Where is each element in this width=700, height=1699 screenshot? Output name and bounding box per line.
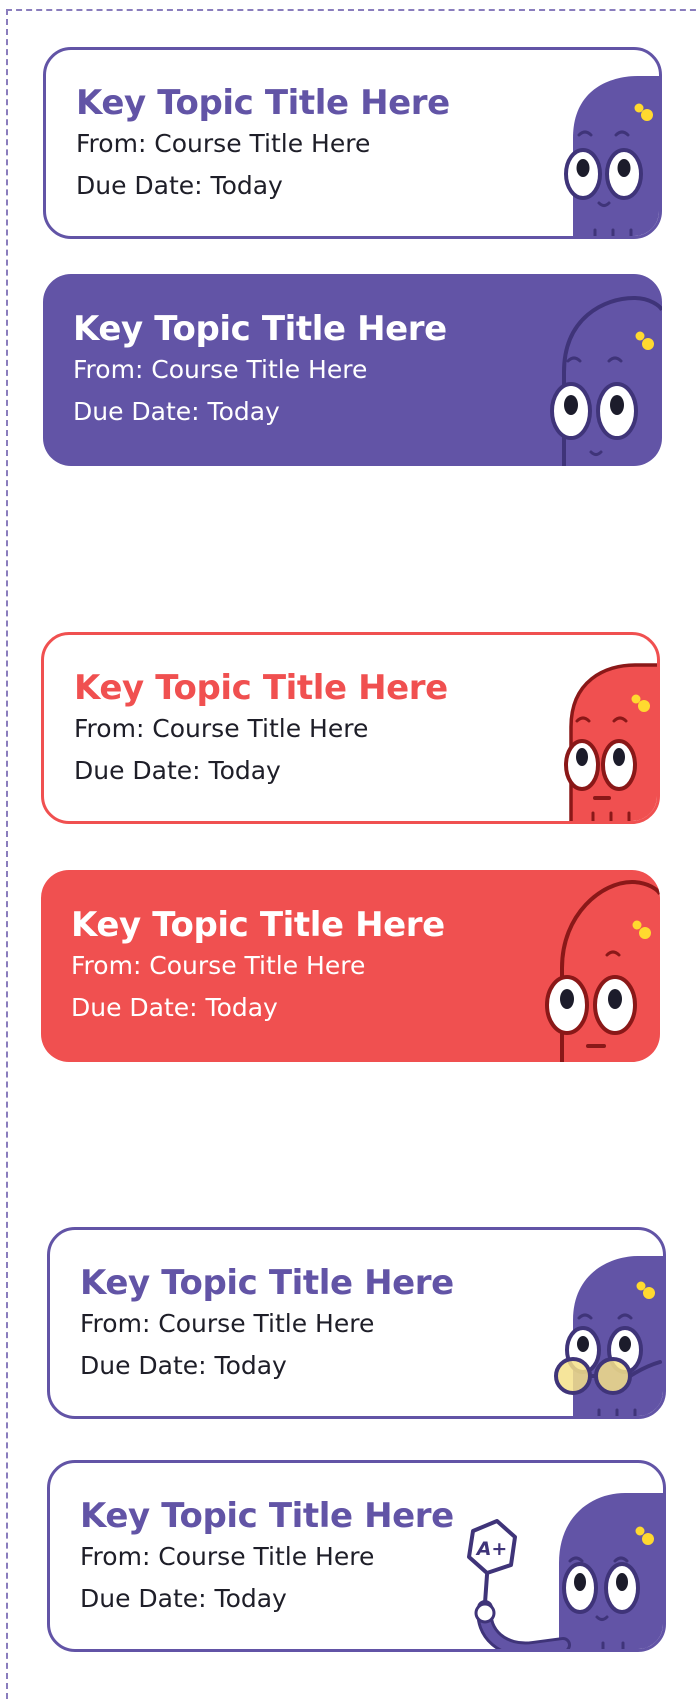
card-due-date: Due Date: Today <box>80 1584 287 1613</box>
card-title: Key Topic Title Here <box>74 668 448 708</box>
task-card-6[interactable]: Key Topic Title Here From: Course Title … <box>47 1460 666 1652</box>
dashed-guide-left <box>6 9 8 1699</box>
card-text: Key Topic Title Here From: Course Title … <box>74 668 448 792</box>
task-card-4[interactable]: Key Topic Title Here From: Course Title … <box>41 870 660 1062</box>
card-due-date: Due Date: Today <box>80 1351 287 1380</box>
card-course: From: Course Title Here <box>71 951 366 980</box>
red-monster-icon <box>507 635 657 821</box>
dashed-guide-top <box>6 9 700 11</box>
monster-with-glasses-icon <box>513 1230 663 1416</box>
card-text: Key Topic Title Here From: Course Title … <box>80 1496 454 1620</box>
purple-monster-outline-icon <box>512 274 662 466</box>
card-due-date: Due Date: Today <box>71 993 278 1022</box>
red-monster-outline-icon <box>510 870 660 1062</box>
card-due-date: Due Date: Today <box>76 171 283 200</box>
sign-label: A+ <box>475 1538 508 1560</box>
card-text: Key Topic Title Here From: Course Title … <box>80 1263 454 1387</box>
monster-holding-a-plus-sign-icon: A+ <box>463 1463 663 1649</box>
card-course: From: Course Title Here <box>73 355 368 384</box>
task-card-1[interactable]: Key Topic Title Here From: Course Title … <box>43 47 662 239</box>
card-course: From: Course Title Here <box>76 129 371 158</box>
card-text: Key Topic Title Here From: Course Title … <box>71 905 445 1029</box>
card-title: Key Topic Title Here <box>73 309 447 349</box>
card-title: Key Topic Title Here <box>76 83 450 123</box>
card-course: From: Course Title Here <box>74 714 369 743</box>
card-due-date: Due Date: Today <box>74 756 281 785</box>
card-text: Key Topic Title Here From: Course Title … <box>76 83 450 207</box>
card-title: Key Topic Title Here <box>71 905 445 945</box>
card-course: From: Course Title Here <box>80 1542 375 1571</box>
card-title: Key Topic Title Here <box>80 1263 454 1303</box>
card-due-date: Due Date: Today <box>73 397 280 426</box>
task-card-3[interactable]: Key Topic Title Here From: Course Title … <box>41 632 660 824</box>
card-text: Key Topic Title Here From: Course Title … <box>73 309 447 433</box>
purple-monster-icon <box>509 50 659 236</box>
task-card-5[interactable]: Key Topic Title Here From: Course Title … <box>47 1227 666 1419</box>
card-title: Key Topic Title Here <box>80 1496 454 1536</box>
task-card-2[interactable]: Key Topic Title Here From: Course Title … <box>43 274 662 466</box>
card-course: From: Course Title Here <box>80 1309 375 1338</box>
